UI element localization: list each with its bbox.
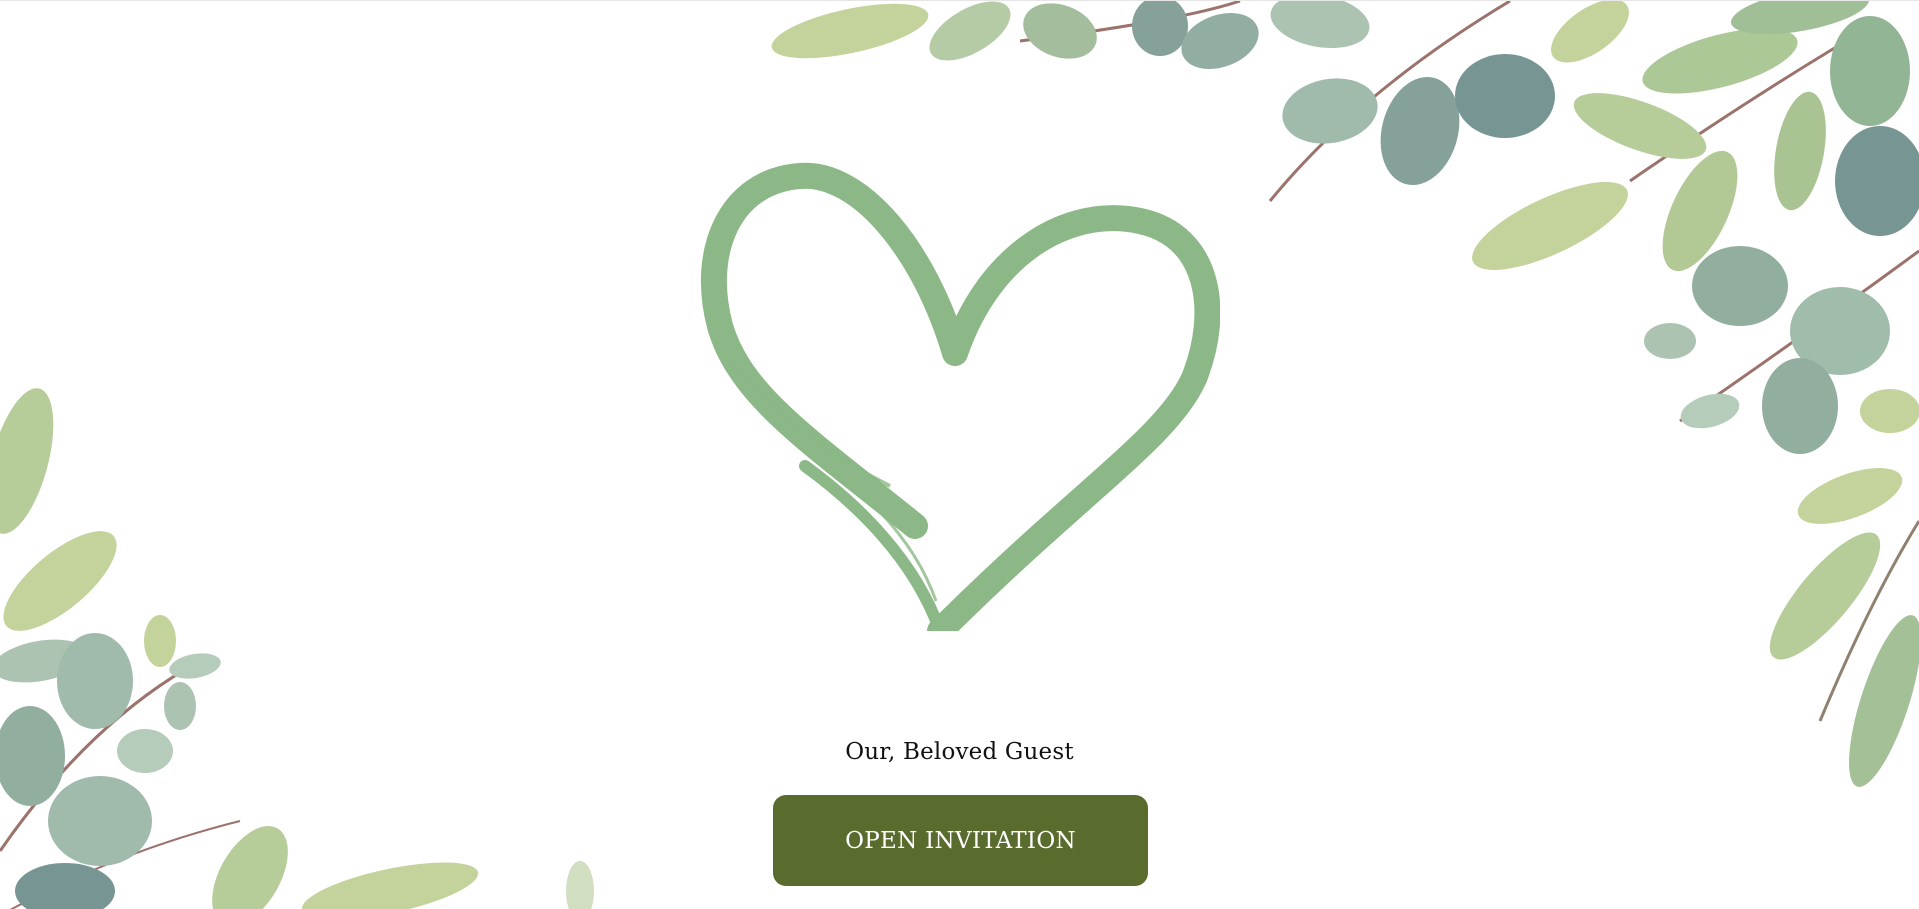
open-invitation-button[interactable]: OPEN INVITATION	[773, 795, 1148, 886]
guest-greeting: Our, Beloved Guest	[845, 739, 1074, 765]
heart-icon	[700, 162, 1220, 631]
invitation-cover: Our, Beloved Guest OPEN INVITATION	[0, 0, 1919, 909]
eucalyptus-bottom-left-decoration	[0, 388, 594, 909]
